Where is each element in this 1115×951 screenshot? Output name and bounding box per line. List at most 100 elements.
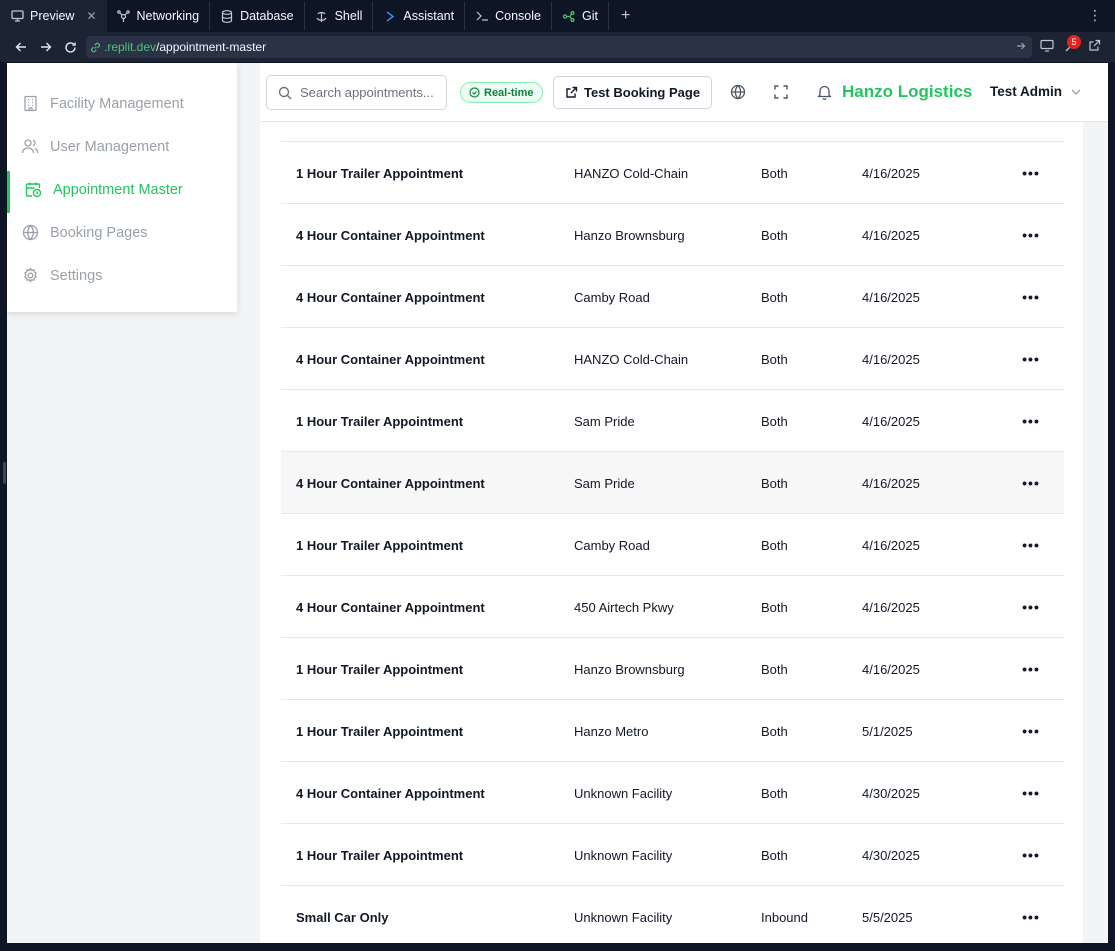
direction: Both <box>761 661 788 677</box>
row-actions-ellipsis-icon[interactable]: ••• <box>1019 824 1043 886</box>
search-box[interactable] <box>266 75 447 110</box>
tab-label: Console <box>495 9 541 23</box>
sidebar-item-booking-pages[interactable]: Booking Pages <box>7 211 237 254</box>
main-content: 1 Hour Trailer Appointment HANZO Cold-Ch… <box>260 122 1083 943</box>
facility-name: HANZO Cold-Chain <box>574 351 689 367</box>
row-actions-ellipsis-icon[interactable]: ••• <box>1019 142 1043 204</box>
row-actions-ellipsis-icon[interactable]: ••• <box>1019 638 1043 700</box>
panel-resize-handle[interactable] <box>3 462 6 484</box>
fullscreen-icon[interactable] <box>772 83 790 101</box>
close-icon[interactable]: ✕ <box>86 9 96 23</box>
link-icon <box>90 42 101 53</box>
go-arrow-icon[interactable] <box>1016 40 1026 54</box>
open-new-window-icon[interactable] <box>1088 39 1101 58</box>
direction: Inbound <box>761 909 808 925</box>
row-actions-ellipsis-icon[interactable]: ••• <box>1019 266 1043 328</box>
row-actions-ellipsis-icon[interactable]: ••• <box>1019 700 1043 762</box>
ide-tab-bar: Preview ✕ Networking Database Shell Assi… <box>0 0 1115 32</box>
table-row: 1 Hour Trailer Appointment Hanzo Brownsb… <box>281 637 1064 699</box>
tab-label: Database <box>240 9 294 23</box>
date: 4/16/2025 <box>862 599 920 615</box>
date: 4/30/2025 <box>862 847 920 863</box>
realtime-label: Real-time <box>484 86 534 99</box>
tab-shell[interactable]: Shell <box>305 0 373 32</box>
sidebar-item-appointment-master[interactable]: Appointment Master <box>7 168 237 213</box>
forward-arrow-icon[interactable] <box>33 41 58 53</box>
tab-assistant[interactable]: Assistant <box>373 0 464 32</box>
search-icon <box>278 86 292 100</box>
facility-name: Sam Pride <box>574 413 635 429</box>
appointments-table: 1 Hour Trailer Appointment HANZO Cold-Ch… <box>281 141 1064 943</box>
notification-badge: 5 <box>1067 35 1081 49</box>
sidebar-item-user-management[interactable]: User Management <box>7 125 237 168</box>
facility-name: Hanzo Brownsburg <box>574 227 685 243</box>
database-icon <box>220 9 234 23</box>
sidebar-item-label: User Management <box>50 138 170 155</box>
date: 5/5/2025 <box>862 909 913 925</box>
url-domain: .replit.dev <box>104 40 157 54</box>
search-input[interactable] <box>300 85 440 100</box>
row-actions-ellipsis-icon[interactable]: ••• <box>1019 328 1043 390</box>
tab-git[interactable]: Git <box>552 0 608 32</box>
tab-preview[interactable]: Preview ✕ <box>0 0 107 32</box>
new-tab-plus-icon[interactable]: + <box>609 7 642 25</box>
facility-name: Unknown Facility <box>574 847 673 863</box>
tab-networking[interactable]: Networking <box>107 0 210 32</box>
tab-label: Shell <box>334 9 363 23</box>
facility-name: Hanzo Brownsburg <box>574 661 685 677</box>
url-bar: .replit.dev/appointment-master <box>0 32 1115 62</box>
chevron-down-icon <box>1071 89 1081 95</box>
table-row: 1 Hour Trailer Appointment Unknown Facil… <box>281 823 1064 885</box>
more-options-icon[interactable]: ⋮ <box>1088 7 1102 24</box>
sidebar-item-settings[interactable]: Settings <box>7 254 237 297</box>
direction: Both <box>761 351 788 367</box>
url-path: /appointment-master <box>156 40 267 54</box>
device-icon[interactable] <box>1040 39 1054 58</box>
date: 4/16/2025 <box>862 351 920 367</box>
language-globe-icon[interactable] <box>729 83 747 101</box>
sidebar-item-label: Booking Pages <box>50 224 148 241</box>
direction: Both <box>761 227 788 243</box>
row-actions-ellipsis-icon[interactable]: ••• <box>1019 576 1043 638</box>
table-row: 4 Hour Container Appointment Hanzo Brown… <box>281 203 1064 265</box>
tab-console[interactable]: Console <box>465 0 551 32</box>
direction: Both <box>761 413 788 429</box>
console-icon <box>475 9 489 23</box>
row-actions-ellipsis-icon[interactable]: ••• <box>1019 452 1043 514</box>
globe-icon <box>21 224 39 242</box>
appointment-type: 1 Hour Trailer Appointment <box>296 723 464 739</box>
assistant-icon <box>383 9 397 23</box>
appointment-type: 1 Hour Trailer Appointment <box>296 537 464 553</box>
facility-name: Hanzo Metro <box>574 723 649 739</box>
sidebar-item-facility-management[interactable]: Facility Management <box>7 82 237 125</box>
direction: Both <box>761 165 788 181</box>
row-actions-ellipsis-icon[interactable]: ••• <box>1019 514 1043 576</box>
direction: Both <box>761 723 788 739</box>
url-field[interactable]: .replit.dev/appointment-master <box>86 36 1032 58</box>
facility-name: Camby Road <box>574 289 650 305</box>
user-menu[interactable]: Test Admin <box>990 84 1081 99</box>
appointment-type: 4 Hour Container Appointment <box>296 475 485 491</box>
facility-name: Sam Pride <box>574 475 635 491</box>
row-actions-ellipsis-icon[interactable]: ••• <box>1019 204 1043 266</box>
row-actions-ellipsis-icon[interactable]: ••• <box>1019 886 1043 943</box>
tab-database[interactable]: Database <box>210 0 304 32</box>
row-actions-ellipsis-icon[interactable]: ••• <box>1019 390 1043 452</box>
back-arrow-icon[interactable] <box>8 41 33 53</box>
test-booking-page-button[interactable]: Test Booking Page <box>553 76 713 109</box>
table-row: 1 Hour Trailer Appointment Hanzo Metro B… <box>281 699 1064 761</box>
appointment-type: 1 Hour Trailer Appointment <box>296 661 464 677</box>
appointment-type: Small Car Only <box>296 909 389 925</box>
reload-icon[interactable] <box>58 41 83 54</box>
check-circle-icon <box>469 87 480 98</box>
date: 4/16/2025 <box>862 165 920 181</box>
row-actions-ellipsis-icon[interactable]: ••• <box>1019 762 1043 824</box>
tab-label: Git <box>581 9 598 23</box>
appointment-type: 4 Hour Container Appointment <box>296 599 485 615</box>
date: 4/16/2025 <box>862 661 920 677</box>
building-icon <box>21 95 39 113</box>
table-row: 4 Hour Container Appointment 450 Airtech… <box>281 575 1064 637</box>
facility-name: HANZO Cold-Chain <box>574 165 689 181</box>
direction: Both <box>761 847 788 863</box>
bell-icon[interactable] <box>815 83 833 101</box>
